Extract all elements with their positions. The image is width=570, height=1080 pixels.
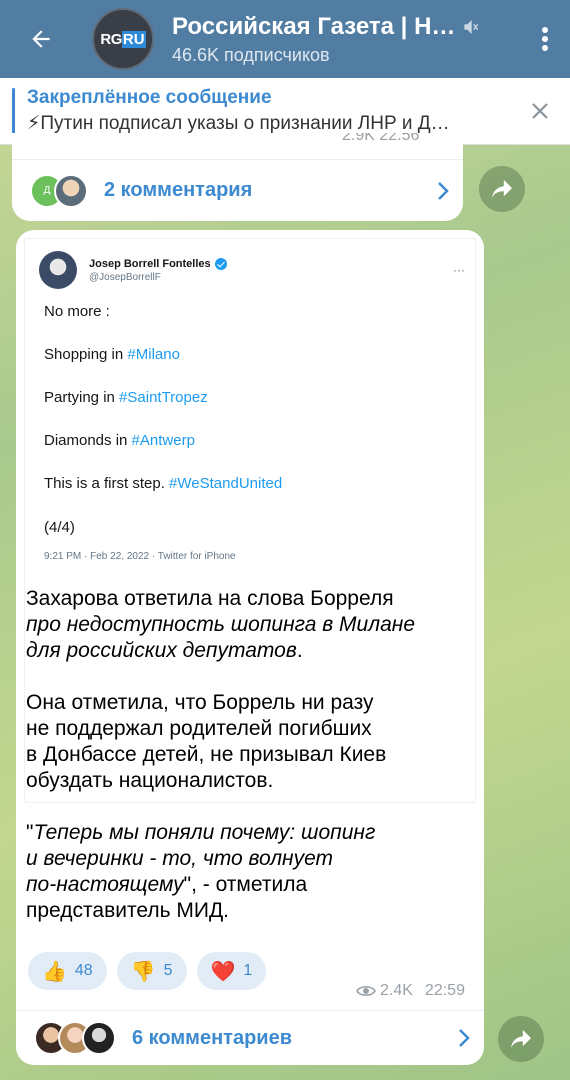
hashtag: #SaintTropez: [119, 389, 208, 406]
comments-button[interactable]: 6 комментариев: [16, 1010, 484, 1065]
tweet-line: Partying in #SaintTropez: [44, 389, 208, 406]
tweet-line: No more :: [44, 303, 110, 320]
post-text: Захарова ответила на слова Борреля про н…: [26, 587, 415, 922]
chevron-right-icon: [459, 1029, 470, 1047]
tweet-line: (4/4): [44, 519, 75, 536]
hashtag: #Milano: [127, 346, 180, 363]
previous-post-meta: 2.9K 22:56: [342, 133, 420, 144]
previous-post-bubble: 2.9K 22:56 Д 2 комментария: [12, 133, 463, 221]
comments-label: 2 комментария: [104, 179, 253, 201]
share-icon: [511, 1029, 531, 1049]
logo-ru: RU: [121, 30, 146, 48]
tweet-more-icon: ···: [453, 263, 465, 277]
more-menu-button[interactable]: [520, 0, 570, 78]
pinned-title: Закреплённое сообщение: [27, 87, 272, 108]
back-button[interactable]: [0, 0, 82, 78]
logo-rg: RG: [100, 30, 122, 48]
reaction-heart[interactable]: ❤️ 1: [196, 952, 267, 990]
view-count: 2.4K: [380, 982, 413, 999]
channel-avatar[interactable]: RG RU: [92, 8, 154, 70]
tweet-author-name: Josep Borrell Fontelles: [89, 257, 211, 270]
heart-icon: ❤️: [210, 960, 236, 983]
hashtag: #Antwerp: [131, 432, 195, 449]
pinned-indicator: [12, 88, 15, 134]
post-bubble: Josep Borrell Fontelles @JosepBorrellF ·…: [16, 230, 484, 1065]
comments-button[interactable]: Д 2 комментария: [12, 159, 463, 221]
post-time: 22:59: [424, 982, 465, 999]
tweet-meta: 9:21 PM · Feb 22, 2022 · Twitter for iPh…: [44, 551, 236, 562]
hashtag: #WeStandUnited: [169, 475, 283, 492]
mute-icon: [464, 19, 479, 34]
share-icon: [492, 179, 512, 199]
share-button[interactable]: [498, 1016, 544, 1062]
reaction-thumbs-down[interactable]: 👎 5: [116, 952, 187, 990]
back-arrow-icon: [32, 30, 50, 48]
post-meta: 2.4K 22:59: [356, 982, 465, 1000]
thumbs-up-icon: 👍: [42, 960, 67, 983]
share-button[interactable]: [479, 166, 525, 212]
comments-label: 6 комментариев: [132, 1026, 293, 1049]
tweet-author-avatar: [39, 251, 77, 289]
reaction-thumbs-up[interactable]: 👍 48: [28, 952, 107, 990]
commenter-avatar: [54, 173, 88, 208]
tweet-line: Diamonds in #Antwerp: [44, 432, 195, 449]
commenter-avatar: [82, 1021, 116, 1055]
more-vert-icon: [542, 27, 548, 51]
pinned-close-button[interactable]: [510, 78, 570, 145]
pinned-message-text: ⚡Путин подписал указы о признании ЛНР и …: [27, 113, 450, 134]
chevron-right-icon: [438, 181, 449, 200]
chat-header: RG RU Российская Газета | Н… 46.6K подпис…: [0, 0, 570, 78]
tweet-line: This is a first step. #WeStandUnited: [44, 475, 283, 492]
thumbs-down-icon: 👎: [130, 960, 156, 983]
verified-icon: [214, 257, 227, 270]
eye-icon: [356, 986, 376, 996]
tweet-handle: @JosepBorrellF: [89, 271, 161, 283]
channel-title: Российская Газета | Н…: [172, 12, 456, 40]
tweet-line: Shopping in #Milano: [44, 346, 180, 363]
reactions-row: 👍 48 👎 5 ❤️ 1: [28, 952, 276, 990]
subscriber-count: 46.6K подписчиков: [172, 44, 330, 65]
close-icon: [532, 103, 548, 119]
channel-info[interactable]: Российская Газета | Н… 46.6K подписчиков: [172, 13, 520, 66]
